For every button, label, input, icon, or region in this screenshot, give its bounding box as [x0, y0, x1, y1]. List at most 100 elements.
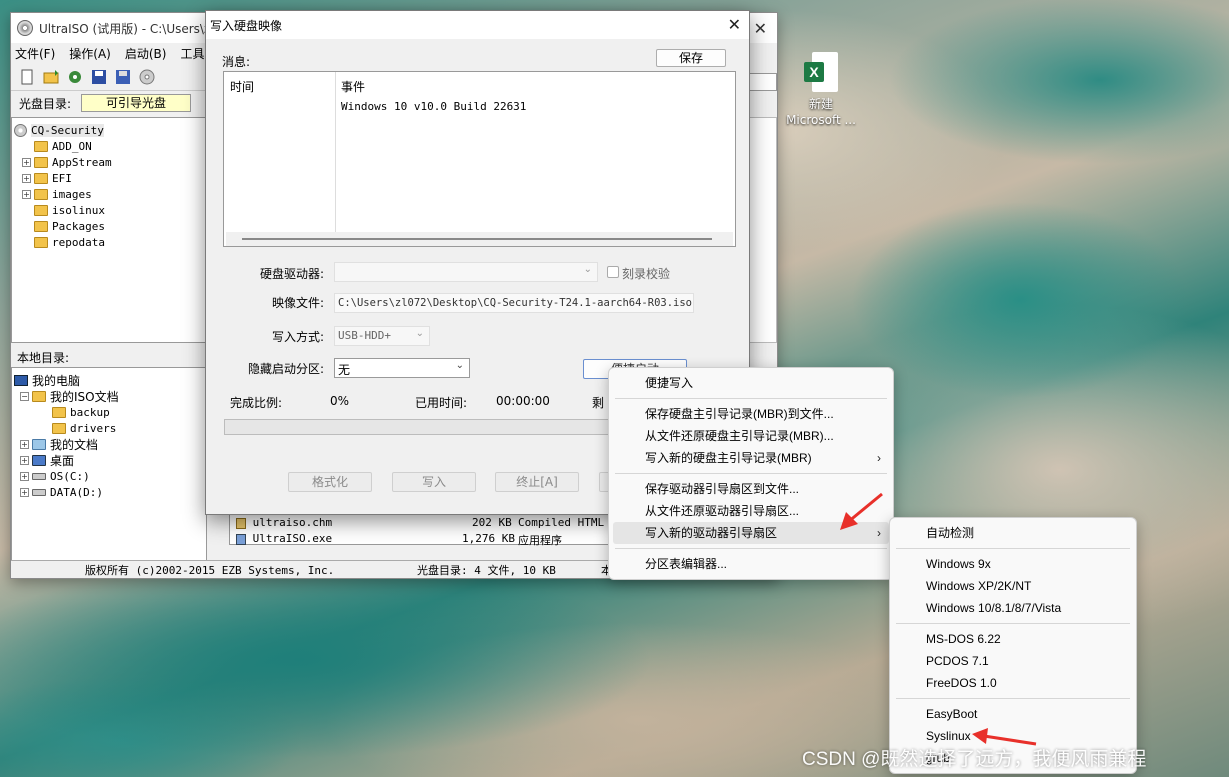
open-folder-icon[interactable] [43, 69, 59, 85]
desktop-excel-icon[interactable]: X 新建 Microsoft ... [785, 52, 857, 128]
folder-icon [34, 220, 48, 232]
menu-file[interactable]: 文件(F) [15, 45, 55, 62]
extract-icon[interactable] [67, 69, 83, 85]
local-tree-pane: 我的电脑 − 我的ISO文档 backup drivers + 我的文档 + 桌面 +… [11, 367, 207, 563]
quick-boot-context-menu: 便捷写入保存硬盘主引导记录(MBR)到文件... 从文件还原硬盘主引导记录(MBR… [608, 367, 894, 580]
write-mode-select[interactable]: USB-HDD+ ⌄ [334, 326, 430, 346]
verify-checkbox[interactable] [607, 266, 619, 278]
expand-icon[interactable]: + [20, 487, 29, 497]
image-file-path: C:\Users\zl072\Desktop\CQ-Security-T24.1… [338, 297, 693, 309]
hidden-partition-select[interactable]: 无 ⌄ [334, 358, 470, 378]
context-menu-item[interactable]: 写入新的硬盘主引导记录(MBR) › [613, 447, 889, 469]
path-field-stub [749, 73, 777, 91]
percent-value: 0% [330, 394, 350, 408]
folder-icon [34, 236, 48, 248]
submenu-item[interactable]: Windows 10/8.1/8/7/Vista [894, 597, 1132, 619]
tree-item[interactable]: + OS(C:) [14, 468, 204, 484]
status-copyright: 版权所有 (c)2002-2015 EZB Systems, Inc. [85, 563, 335, 577]
expand-icon[interactable]: + [20, 455, 29, 465]
tree-item[interactable]: ADD_ON [14, 138, 204, 154]
folder-icon [34, 140, 48, 152]
image-file-label: 映像文件: [271, 296, 324, 310]
tree-item[interactable]: + images [14, 186, 204, 202]
log-horizontal-scrollbar[interactable] [226, 232, 733, 246]
menu-boot[interactable]: 启动(B) [125, 45, 167, 62]
desktop-icon [32, 454, 46, 466]
burn-disc-icon[interactable] [139, 69, 155, 85]
submenu-item[interactable]: MS-DOS 6.22 [894, 628, 1132, 650]
context-menu-item[interactable]: 从文件还原硬盘主引导记录(MBR)... [613, 425, 889, 447]
tree-item[interactable]: repodata [14, 234, 204, 250]
tree-item[interactable]: + DATA(D:) [14, 484, 204, 500]
drive-icon [32, 472, 46, 480]
submenu-item-label: Windows 10/8.1/8/7/Vista [926, 601, 1062, 615]
context-menu-item[interactable]: 分区表编辑器... [613, 553, 889, 575]
collapse-icon[interactable]: − [20, 391, 29, 401]
file-icon [236, 533, 246, 545]
tree-item[interactable]: + AppStream [14, 154, 204, 170]
submenu-item[interactable]: PCDOS 7.1 [894, 650, 1132, 672]
format-button[interactable]: 格式化 [288, 472, 372, 492]
expand-icon[interactable]: + [22, 173, 31, 183]
stop-button[interactable]: 终止[A] [495, 472, 579, 492]
desktop-icon-label-line2: Microsoft ... [786, 113, 856, 127]
save-icon[interactable] [91, 69, 107, 85]
expand-icon[interactable]: + [22, 189, 31, 199]
main-close-icon[interactable]: ✕ [754, 19, 767, 38]
tree-item[interactable]: Packages [14, 218, 204, 234]
log-col-time: 时间 [230, 80, 255, 94]
menu-separator [896, 698, 1130, 699]
context-menu-item-label: 写入新的硬盘主引导记录(MBR) [645, 451, 812, 465]
submenu-item[interactable]: Windows 9x [894, 553, 1132, 575]
context-menu-item-label: 保存硬盘主引导记录(MBR)到文件... [645, 407, 834, 421]
folder-icon [34, 172, 48, 184]
menu-action[interactable]: 操作(A) [69, 45, 111, 62]
new-file-icon[interactable] [19, 69, 35, 85]
tree-item[interactable]: drivers [14, 420, 204, 436]
tree-item[interactable]: + EFI [14, 170, 204, 186]
save-as-icon[interactable] [115, 69, 131, 85]
disc-type-box[interactable]: 可引导光盘 [81, 94, 192, 112]
tree-item[interactable]: isolinux [14, 202, 204, 218]
folder-icon [34, 204, 48, 216]
submenu-item[interactable]: 自动检测 [894, 522, 1132, 544]
dialog-title-bar[interactable]: 写入硬盘映像 [206, 11, 749, 39]
main-window-title: UltraISO (试用版) - C:\Users\zl0 [39, 21, 222, 36]
excel-file-icon: X [804, 52, 838, 92]
tree-item[interactable]: CQ-Security [14, 122, 204, 138]
tree-item[interactable]: 我的电脑 [14, 372, 204, 388]
expand-icon[interactable]: + [20, 439, 29, 449]
tree-item[interactable]: + 我的文档 [14, 436, 204, 452]
menu-separator [896, 623, 1130, 624]
tree-item[interactable]: + 桌面 [14, 452, 204, 468]
context-menu-item-label: 从文件还原硬盘主引导记录(MBR)... [645, 429, 834, 443]
context-menu-item[interactable]: 便捷写入 [613, 372, 889, 394]
submenu-item[interactable]: EasyBoot [894, 703, 1132, 725]
folder-icon [34, 156, 48, 168]
submenu-item[interactable]: Windows XP/2K/NT [894, 575, 1132, 597]
drive-label: 硬盘驱动器: [259, 267, 324, 281]
context-menu-item-label: 便捷写入 [645, 376, 694, 390]
write-button[interactable]: 写入 [392, 472, 476, 492]
file-list-scroll-area[interactable] [749, 117, 777, 343]
menu-separator [615, 473, 887, 474]
local-dir-label: 本地目录: [17, 351, 70, 365]
folder-icon [52, 406, 66, 418]
expand-icon[interactable]: + [20, 471, 29, 481]
expand-icon[interactable]: + [22, 157, 31, 167]
drive-select[interactable]: ⌄ [334, 262, 598, 282]
write-mode-label: 写入方式: [271, 330, 324, 344]
tree-item[interactable]: backup [14, 404, 204, 420]
save-log-button[interactable]: 保存 [656, 49, 726, 67]
computer-icon [14, 374, 28, 386]
submenu-item[interactable]: FreeDOS 1.0 [894, 672, 1132, 694]
submenu-item-label: Windows XP/2K/NT [926, 579, 1032, 593]
image-file-field[interactable]: C:\Users\zl072\Desktop\CQ-Security-T24.1… [334, 293, 694, 313]
menu-separator [615, 398, 887, 399]
dialog-close-icon[interactable]: ✕ [728, 15, 741, 34]
csdn-watermark: CSDN @既然选择了远方，我便风雨兼程 [802, 749, 1147, 770]
submenu-item-label: PCDOS 7.1 [926, 654, 989, 668]
log-col-event: 事件 [341, 80, 366, 94]
tree-item[interactable]: − 我的ISO文档 [14, 388, 204, 404]
context-menu-item[interactable]: 保存硬盘主引导记录(MBR)到文件... [613, 403, 889, 425]
